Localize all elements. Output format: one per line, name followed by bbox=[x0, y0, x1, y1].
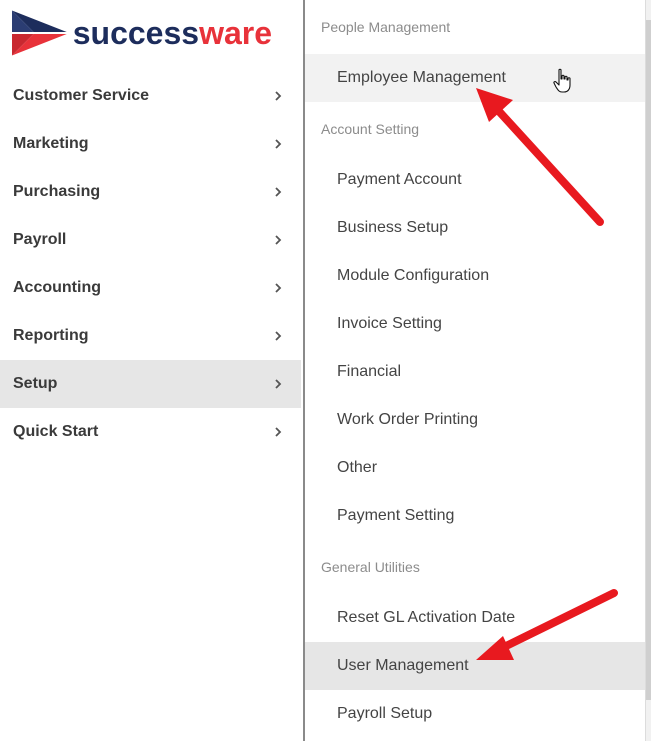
sidebar-item-label: Payroll bbox=[13, 231, 67, 248]
brand-name-part1: success bbox=[72, 15, 200, 51]
menu-item-other[interactable]: Other bbox=[305, 444, 645, 492]
menu-item-work-order-printing[interactable]: Work Order Printing bbox=[305, 396, 645, 444]
chevron-right-icon bbox=[275, 235, 282, 245]
chevron-right-icon bbox=[275, 91, 282, 101]
menu-item-invoice-setting[interactable]: Invoice Setting bbox=[305, 300, 645, 348]
menu-item-employee-management[interactable]: Employee Management bbox=[305, 54, 645, 102]
chevron-right-icon bbox=[275, 187, 282, 197]
menu-item-payment-account[interactable]: Payment Account bbox=[305, 156, 645, 204]
brand-name: successware bbox=[73, 17, 272, 49]
menu-item-user-management[interactable]: User Management bbox=[305, 642, 645, 690]
sidebar-item-marketing[interactable]: Marketing bbox=[0, 120, 301, 168]
menu-item-payment-setting[interactable]: Payment Setting bbox=[305, 492, 645, 540]
sidebar-item-payroll[interactable]: Payroll bbox=[0, 216, 301, 264]
sidebar-item-label: Quick Start bbox=[13, 423, 99, 440]
scrollbar-thumb[interactable] bbox=[646, 20, 651, 700]
sidebar-item-reporting[interactable]: Reporting bbox=[0, 312, 301, 360]
menu-item-financial[interactable]: Financial bbox=[305, 348, 645, 396]
brand-name-part2: ware bbox=[199, 15, 272, 51]
submenu-scrollbar[interactable] bbox=[645, 0, 651, 741]
chevron-right-icon bbox=[275, 139, 282, 149]
chevron-right-icon bbox=[275, 331, 282, 341]
sidebar-item-quick-start[interactable]: Quick Start bbox=[0, 408, 301, 456]
sidebar-item-label: Purchasing bbox=[13, 183, 101, 200]
hand-cursor-icon bbox=[553, 68, 571, 93]
menu-item-reset-gl-activation-date[interactable]: Reset GL Activation Date bbox=[305, 594, 645, 642]
sidebar-item-accounting[interactable]: Accounting bbox=[0, 264, 301, 312]
successware-logo[interactable]: successware bbox=[12, 8, 272, 58]
menu-item-payroll-setup[interactable]: Payroll Setup bbox=[305, 690, 645, 738]
sidebar-item-label: Marketing bbox=[13, 135, 89, 152]
sidebar-item-setup[interactable]: Setup bbox=[0, 360, 301, 408]
menu-item-module-configuration[interactable]: Module Configuration bbox=[305, 252, 645, 300]
sidebar-nav: successware Customer Service Marketing P… bbox=[0, 0, 302, 741]
chevron-right-icon bbox=[275, 283, 282, 293]
chevron-right-icon bbox=[275, 427, 282, 437]
sidebar-item-customer-service[interactable]: Customer Service bbox=[0, 72, 301, 120]
sidebar-item-label: Customer Service bbox=[13, 87, 150, 104]
sidebar-item-label: Accounting bbox=[13, 279, 101, 296]
sidebar-item-label: Reporting bbox=[13, 327, 89, 344]
group-title-account-setting: Account Setting bbox=[321, 121, 420, 137]
group-title-people-management: People Management bbox=[321, 19, 451, 35]
menu-item-business-setup[interactable]: Business Setup bbox=[305, 204, 645, 252]
successware-logo-icon bbox=[12, 10, 67, 56]
group-title-general-utilities: General Utilities bbox=[321, 559, 420, 575]
chevron-right-icon bbox=[275, 379, 282, 389]
sidebar-item-label: Setup bbox=[13, 375, 58, 392]
sidebar-item-purchasing[interactable]: Purchasing bbox=[0, 168, 301, 216]
